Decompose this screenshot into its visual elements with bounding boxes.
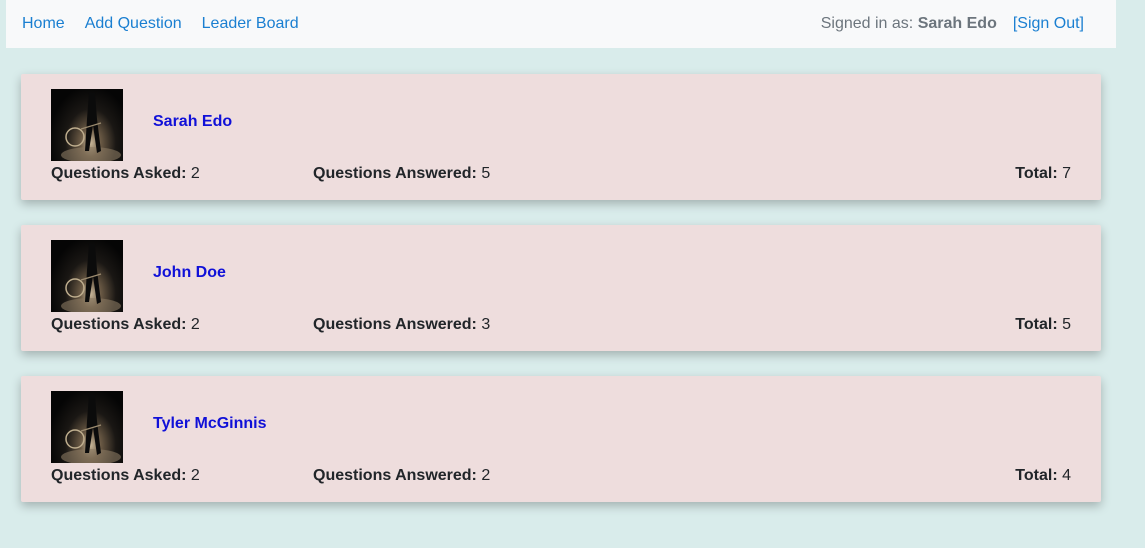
leader-stats: Questions Asked: 2 Questions Answered: 5…: [51, 165, 1071, 185]
questions-answered: Questions Answered: 5: [313, 165, 490, 183]
questions-asked-label: Questions Asked:: [51, 316, 187, 333]
avatar-photo-icon: [51, 391, 123, 463]
total-label: Total:: [1015, 467, 1058, 484]
total-label: Total:: [1015, 165, 1058, 182]
questions-asked: Questions Asked: 2: [51, 316, 200, 334]
questions-asked-value: 2: [190, 316, 200, 333]
leader-stats: Questions Asked: 2 Questions Answered: 2…: [51, 467, 1071, 487]
questions-answered-label: Questions Answered:: [313, 467, 477, 484]
questions-asked: Questions Asked: 2: [51, 165, 200, 183]
avatar-photo-icon: [51, 89, 123, 161]
nav-home-link[interactable]: Home: [22, 15, 65, 33]
avatar-silhouette-icon: [61, 93, 121, 161]
sign-out-link[interactable]: [Sign Out]: [1013, 15, 1084, 33]
signed-in-user: Sarah Edo: [917, 15, 997, 32]
leader-name[interactable]: Tyler McGinnis: [153, 415, 267, 433]
signed-in-prefix: Signed in as:: [820, 15, 914, 32]
questions-answered-value: 5: [481, 165, 491, 182]
questions-asked-label: Questions Asked:: [51, 467, 187, 484]
nav-leader-board-link[interactable]: Leader Board: [202, 15, 299, 33]
questions-answered: Questions Answered: 3: [313, 316, 490, 334]
total-value: 4: [1062, 467, 1071, 484]
user-area: Signed in as: Sarah Edo [Sign Out]: [821, 15, 1100, 33]
nav-add-question-link[interactable]: Add Question: [85, 15, 182, 33]
avatar-silhouette-icon: [61, 244, 121, 312]
questions-asked-label: Questions Asked:: [51, 165, 187, 182]
leader-name[interactable]: Sarah Edo: [153, 113, 232, 131]
total-score: Total: 7: [1015, 165, 1071, 183]
total-score: Total: 4: [1015, 467, 1071, 485]
questions-asked-value: 2: [190, 467, 200, 484]
leader-stats: Questions Asked: 2 Questions Answered: 3…: [51, 316, 1071, 336]
total-score: Total: 5: [1015, 316, 1071, 334]
nav-links: Home Add Question Leader Board: [22, 15, 319, 33]
leader-board: Sarah Edo Questions Asked: 2 Questions A…: [21, 74, 1101, 527]
avatar-silhouette-icon: [61, 395, 121, 463]
total-value: 7: [1062, 165, 1071, 182]
questions-answered-value: 3: [481, 316, 491, 333]
questions-asked: Questions Asked: 2: [51, 467, 200, 485]
avatar-photo-icon: [51, 240, 123, 312]
leader-name[interactable]: John Doe: [153, 264, 226, 282]
leader-card: John Doe Questions Asked: 2 Questions An…: [21, 225, 1101, 351]
questions-answered: Questions Answered: 2: [313, 467, 490, 485]
top-navbar: Home Add Question Leader Board Signed in…: [6, 0, 1116, 48]
signed-in-text: Signed in as: Sarah Edo: [821, 15, 997, 33]
leader-card: Sarah Edo Questions Asked: 2 Questions A…: [21, 74, 1101, 200]
total-value: 5: [1062, 316, 1071, 333]
leader-card: Tyler McGinnis Questions Asked: 2 Questi…: [21, 376, 1101, 502]
questions-asked-value: 2: [190, 165, 200, 182]
total-label: Total:: [1015, 316, 1058, 333]
questions-answered-value: 2: [481, 467, 491, 484]
questions-answered-label: Questions Answered:: [313, 165, 477, 182]
questions-answered-label: Questions Answered:: [313, 316, 477, 333]
